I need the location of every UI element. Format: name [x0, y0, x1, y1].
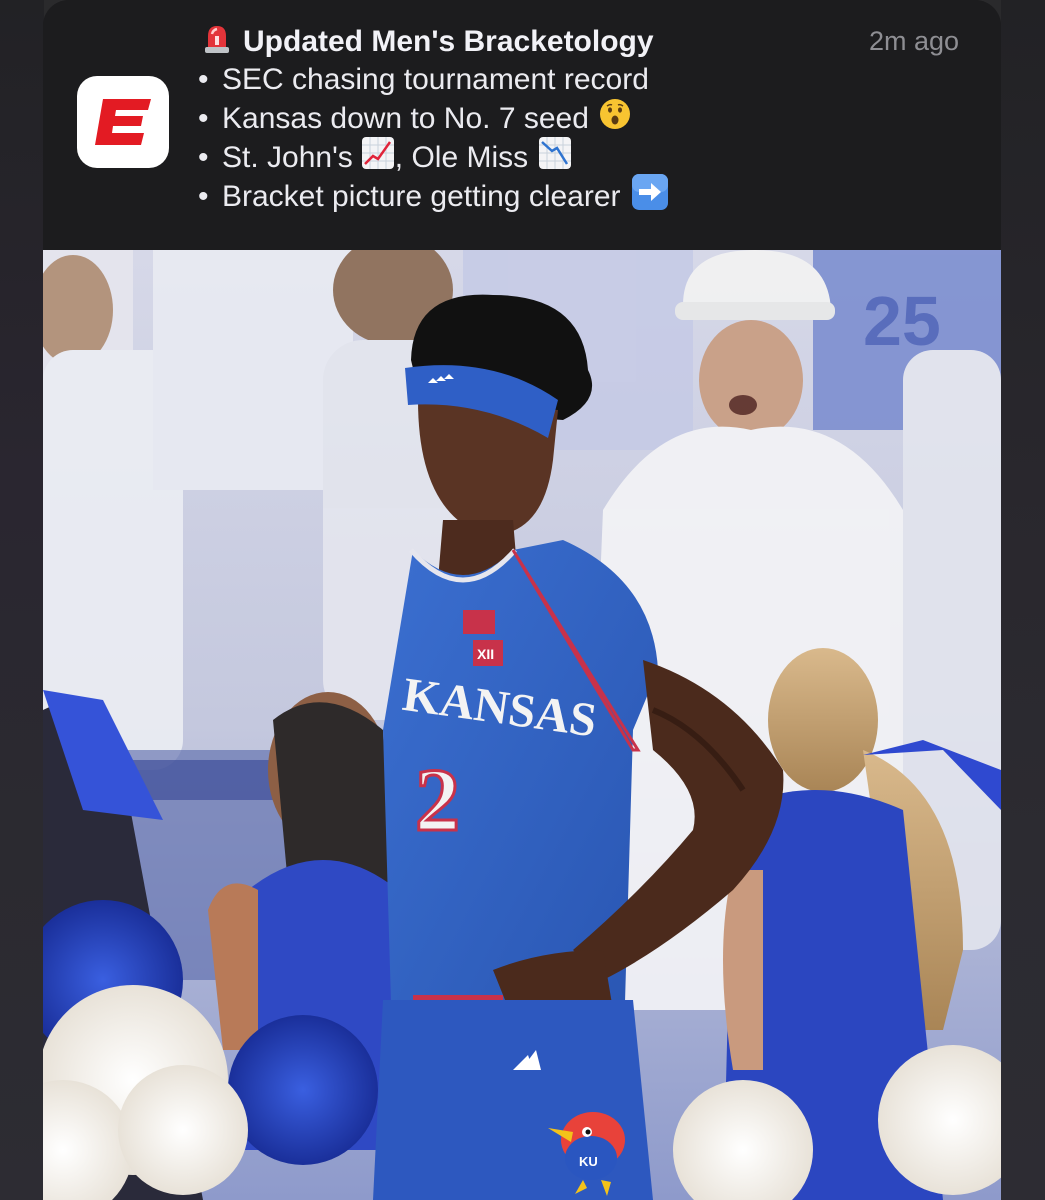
chart-increasing-icon	[361, 136, 395, 180]
notification-body: • SEC chasing tournament record • Kansas…	[198, 60, 669, 216]
list-item: • SEC chasing tournament record	[198, 60, 669, 99]
list-item: • Kansas down to No. 7 seed	[198, 98, 669, 140]
notification-title: Updated Men's Bracketology	[203, 22, 654, 62]
notification-card[interactable]: Updated Men's Bracketology 2m ago • SEC …	[43, 0, 1001, 1200]
rotating-light-icon	[203, 22, 231, 62]
espn-app-icon	[77, 76, 169, 168]
bullet-text: SEC chasing tournament record	[222, 63, 649, 96]
bullet-text: St. John's	[222, 141, 353, 174]
jersey-patch: XII	[477, 646, 494, 662]
list-item: • St. John's , Ole Miss	[198, 136, 669, 180]
chart-decreasing-icon	[538, 136, 572, 180]
notification-header[interactable]: Updated Men's Bracketology 2m ago • SEC …	[43, 0, 1001, 250]
notification-photo[interactable]: 25 KANSAS XII 2 KU	[43, 250, 1001, 1200]
jersey-number: 2	[415, 751, 460, 850]
bullet-dot: •	[198, 63, 209, 96]
bullet-text-suffix: , Ole Miss	[394, 141, 529, 174]
hushed-face-icon	[599, 98, 631, 140]
notification-title-text: Updated Men's Bracketology	[243, 25, 654, 58]
basketball-player-photo: 25 KANSAS XII 2 KU	[43, 250, 1001, 1200]
lock-screen: Updated Men's Bracketology 2m ago • SEC …	[0, 0, 1045, 1200]
bullet-text: Bracket picture getting clearer	[222, 180, 621, 213]
right-arrow-icon	[631, 173, 669, 221]
bullet-text: Kansas down to No. 7 seed	[222, 102, 589, 135]
background-right-edge	[1001, 0, 1045, 1200]
background-left-edge	[0, 0, 44, 1200]
bullet-dot: •	[198, 180, 209, 213]
bullet-dot: •	[198, 102, 209, 135]
espn-logo-icon	[95, 99, 151, 145]
notification-time: 2m ago	[868, 26, 959, 56]
svg-text:25: 25	[863, 282, 941, 360]
jayhawk-logo-text: KU	[579, 1154, 598, 1169]
bullet-dot: •	[198, 141, 209, 174]
list-item: • Bracket picture getting clearer	[198, 173, 669, 216]
